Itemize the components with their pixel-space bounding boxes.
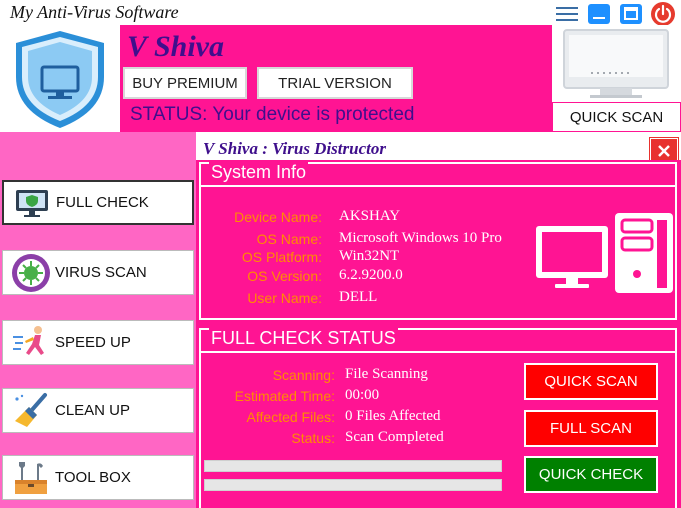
device-name-value: AKSHAY [339,208,401,224]
scanning-value: File Scanning [345,366,428,382]
sidebar-item-tool-box[interactable]: TOOL BOX [2,455,194,500]
estimated-time-label: Estimated Time: [234,388,335,404]
sidebar-item-label: CLEAN UP [55,402,131,419]
minimize-icon [593,17,605,19]
power-button[interactable] [651,2,675,26]
buy-premium-button[interactable]: BUY PREMIUM [123,67,247,99]
estimated-time-value: 00:00 [345,387,380,403]
full-scan-button[interactable]: FULL SCAN [524,410,658,447]
os-name-label: OS Name: [256,231,322,247]
quick-scan-button[interactable]: QUICK SCAN [524,363,658,400]
user-name-label: User Name: [247,290,322,306]
trial-version-button[interactable]: TRIAL VERSION [257,67,413,99]
panel-title: V Shiva : Virus Distructor [203,139,386,158]
app-title: My Anti-Virus Software [10,2,179,22]
monitor-icon [563,29,669,98]
sidebar-item-label: VIRUS SCAN [55,264,147,281]
scan-status-value: Scan Completed [345,429,444,445]
power-icon [654,4,672,23]
close-icon [658,145,670,157]
os-version-label: OS Version: [247,268,322,284]
user-name-value: DELL [339,289,378,305]
sidebar-item-full-check[interactable]: FULL CHECK [2,180,194,225]
sidebar-item-label: SPEED UP [55,334,131,351]
affected-files-value: 0 Files Affected [345,408,441,424]
section-divider [201,185,675,187]
maximize-icon [624,7,638,20]
status-value: Your device is protected [212,104,415,125]
sidebar-item-clean-up[interactable]: CLEAN UP [2,388,194,433]
device-name-label: Device Name: [234,209,322,225]
quick-scan-header-button[interactable]: QUICK SCAN [552,102,681,132]
broom-icon [11,391,51,431]
runner-icon [11,323,51,363]
minimize-button[interactable] [588,4,610,24]
full-check-status-heading: FULL CHECK STATUS [209,328,398,349]
os-name-value: Microsoft Windows 10 Pro [339,230,502,246]
section-divider [201,351,675,353]
monitor-shield-icon [12,183,52,223]
sidebar-item-label: TOOL BOX [55,469,131,486]
system-info-heading: System Info [209,162,309,183]
scanning-label: Scanning: [272,367,335,383]
computer-icon [535,212,675,294]
toolbox-icon [11,458,51,498]
status-line: STATUS: Your device is protected [130,104,414,126]
os-platform-label: OS Platform: [241,249,322,265]
status-label: STATUS: [130,104,208,125]
os-version-value: 6.2.9200.0 [339,267,403,283]
scan-progress-bar [204,460,502,472]
virus-icon [11,253,51,293]
os-platform-value: Win32NT [339,248,400,264]
quick-check-button[interactable]: QUICK CHECK [524,456,658,493]
scan-progress-bar [204,479,502,491]
affected-files-label: Affected Files: [246,409,335,425]
shield-logo-icon [16,31,104,128]
brand-name: V Shiva [127,30,224,63]
scan-status-label: Status: [291,430,335,446]
sidebar-item-virus-scan[interactable]: VIRUS SCAN [2,250,194,295]
sidebar-item-speed-up[interactable]: SPEED UP [2,320,194,365]
monitor-preview [552,25,681,101]
logo [0,25,120,132]
maximize-button[interactable] [620,4,642,24]
menu-icon[interactable] [556,4,578,24]
sidebar-item-label: FULL CHECK [56,194,149,211]
